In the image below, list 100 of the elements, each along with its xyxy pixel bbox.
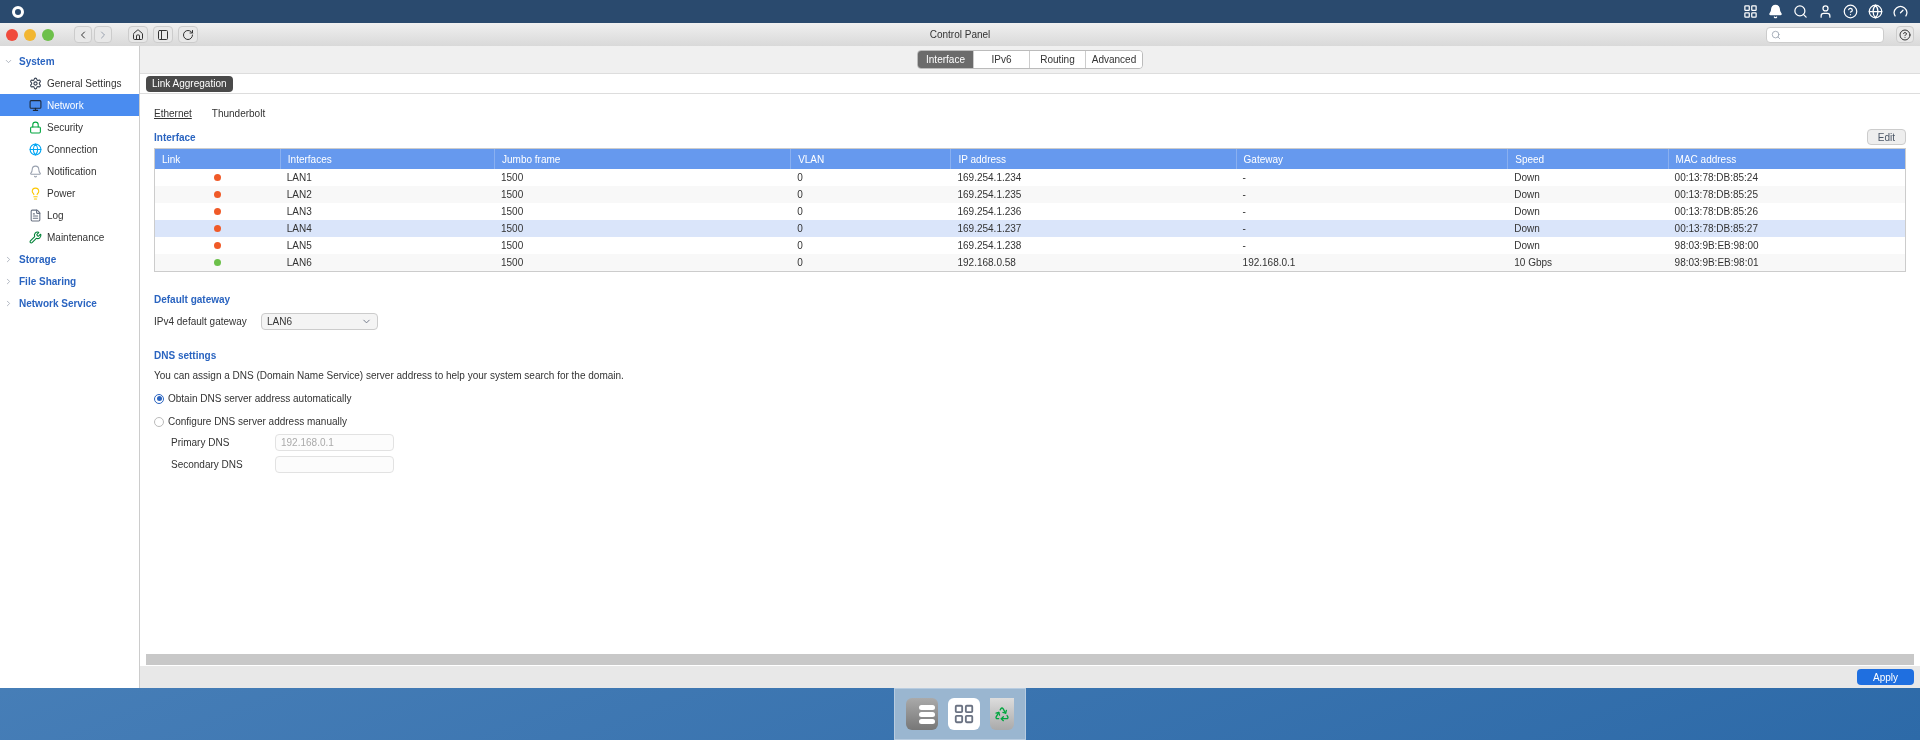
sidebar-item[interactable]: Connection <box>0 138 139 160</box>
help-button[interactable] <box>1896 26 1914 43</box>
table-cell-text: LAN3 <box>285 205 313 219</box>
field-label: IPv4 default gateway <box>154 315 248 329</box>
table-cell-text: - <box>1241 205 1247 219</box>
table-cell-text: 1500 <box>500 239 525 253</box>
sidebar-icon <box>157 28 169 41</box>
tab[interactable]: IPv6 <box>974 51 1030 68</box>
table-cell-text: 1500 <box>500 256 525 270</box>
gauge-icon[interactable] <box>1893 4 1908 19</box>
tab[interactable]: Interface <box>918 51 974 68</box>
table-cell-text: 169.254.1.234 <box>956 171 1023 185</box>
table-cell-text: 0 <box>796 188 804 202</box>
sidebar-item[interactable]: General Settings <box>0 72 139 94</box>
search-field[interactable] <box>1766 26 1884 43</box>
document-icon <box>29 208 42 222</box>
table-cell-text: 10 Gbps <box>1513 256 1554 270</box>
sidebar-item[interactable]: Maintenance <box>0 226 139 248</box>
table-cell-text: 1500 <box>500 188 525 202</box>
table-cell-text: Down <box>1513 188 1541 202</box>
table-cell-text: LAN6 <box>285 256 313 270</box>
table-cell-text: - <box>1241 188 1247 202</box>
table-row[interactable]: LAN2 1500 0 169.254.1.235 - Down 00:13:78:DB:85:25 <box>155 186 1905 203</box>
sidebar-group[interactable]: System <box>19 53 55 69</box>
table-row[interactable]: LAN4 1500 0 169.254.1.237 - Down 00:13:78:DB:85:27 <box>155 220 1905 237</box>
sidebar-item[interactable]: Power <box>0 182 139 204</box>
user-icon[interactable] <box>1818 4 1833 19</box>
search-icon[interactable] <box>1793 4 1808 19</box>
radio-label: Obtain DNS server address automatically <box>168 392 352 406</box>
section-title: Interface <box>154 130 196 145</box>
globe-icon <box>29 142 42 156</box>
recycle-bin-icon[interactable] <box>990 698 1014 730</box>
table-cell-text: 00:13:78:DB:85:24 <box>1673 171 1759 185</box>
apply-button[interactable]: Apply <box>1857 669 1914 685</box>
table-cell-text: 1500 <box>500 222 525 236</box>
table-cell-text: 0 <box>796 222 804 236</box>
sidebar-group[interactable]: Network Service <box>19 295 97 311</box>
home-icon <box>132 28 144 41</box>
sidebar-group[interactable]: Storage <box>19 251 57 267</box>
table-cell-text: 169.254.1.238 <box>956 239 1023 253</box>
table-cell-text: 00:13:78:DB:85:26 <box>1673 205 1759 219</box>
table-cell-text: Down <box>1513 222 1541 236</box>
table-cell-text: 192.168.0.1 <box>1241 256 1297 270</box>
sidebar-group[interactable]: File Sharing <box>19 273 77 289</box>
sidebar-toggle-button[interactable] <box>153 26 173 43</box>
table-cell-text: 1500 <box>500 171 525 185</box>
table-cell-text: - <box>1241 222 1247 236</box>
section-title: DNS settings <box>154 349 218 363</box>
search-icon <box>1771 29 1781 40</box>
table-row[interactable]: LAN6 1500 0 192.168.0.58 192.168.0.1 10 Gbps 98:03:9B:EB:98:01 <box>155 254 1905 271</box>
table-cell-text: 98:03:9B:EB:98:01 <box>1673 256 1760 270</box>
table-cell-text: 169.254.1.235 <box>956 188 1023 202</box>
globe-icon[interactable] <box>1868 4 1883 19</box>
table-cell-text: Down <box>1513 171 1541 185</box>
home-button[interactable] <box>128 26 148 43</box>
gateway-dropdown[interactable]: LAN6 <box>261 313 378 330</box>
table-cell-text: 98:03:9B:EB:98:00 <box>1673 239 1760 253</box>
help-icon[interactable] <box>1843 4 1858 19</box>
refresh-icon <box>182 28 194 41</box>
help-icon <box>1899 28 1911 41</box>
monitor-icon <box>29 98 42 112</box>
table-cell-text: 0 <box>796 171 804 185</box>
notification-icon[interactable] <box>1768 4 1783 19</box>
radio-label: Configure DNS server address manually <box>168 415 347 429</box>
lightbulb-icon <box>29 186 42 200</box>
table-cell-text: 169.254.1.236 <box>956 205 1023 219</box>
table-cell-text: - <box>1241 171 1247 185</box>
table-cell-text: 0 <box>796 256 804 270</box>
link-aggregation-button[interactable]: Link Aggregation <box>146 75 233 92</box>
sidebar-item[interactable]: Security <box>0 116 139 138</box>
field-label: Secondary DNS <box>171 458 244 472</box>
table-cell-text: - <box>1241 239 1247 253</box>
logo-icon[interactable] <box>12 5 24 18</box>
tab[interactable]: Advanced <box>1086 51 1142 68</box>
gear-icon <box>29 76 42 90</box>
edit-button[interactable]: Edit <box>1866 129 1906 145</box>
table-cell-text: 0 <box>796 239 804 253</box>
window-title: Control Panel <box>929 28 991 42</box>
apps-icon[interactable] <box>948 698 980 730</box>
subtab[interactable]: Ethernet <box>154 106 192 121</box>
table-cell-text: LAN4 <box>285 222 313 236</box>
table-cell-text: LAN2 <box>285 188 313 202</box>
table-cell-text: Down <box>1513 239 1541 253</box>
table-cell-text: 00:13:78:DB:85:27 <box>1673 222 1759 236</box>
close-button[interactable] <box>6 28 18 41</box>
control-panel-icon[interactable] <box>906 698 938 730</box>
refresh-button[interactable] <box>178 26 198 43</box>
table-cell-text: 00:13:78:DB:85:25 <box>1673 188 1759 202</box>
bell-icon <box>29 164 42 178</box>
sidebar-item[interactable]: Log <box>0 204 139 226</box>
field-label: Primary DNS <box>171 436 231 450</box>
table-cell-text: LAN5 <box>285 239 313 253</box>
table-cell-text: 1500 <box>500 205 525 219</box>
scrollbar[interactable] <box>146 654 1914 665</box>
subtab[interactable]: Thunderbolt <box>211 106 266 121</box>
sidebar-item[interactable]: Notification <box>0 160 139 182</box>
table-cell-text: 169.254.1.237 <box>956 222 1023 236</box>
apps-icon[interactable] <box>1743 4 1758 19</box>
back-button[interactable] <box>74 26 92 43</box>
tab[interactable]: Routing <box>1030 51 1086 68</box>
